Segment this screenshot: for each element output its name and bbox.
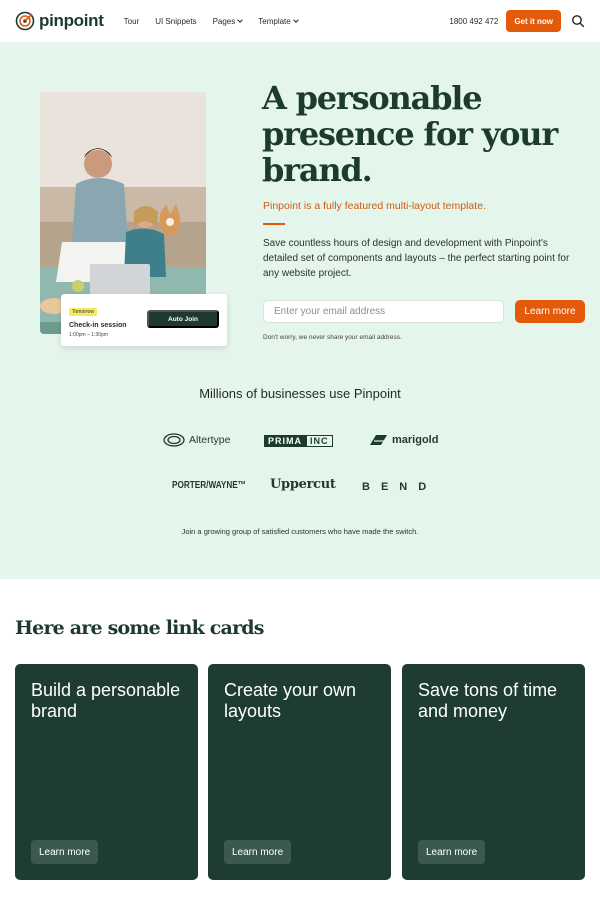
nav-label: Template [258, 16, 291, 26]
marigold-logo: marigold [368, 433, 438, 447]
card-title: Save tons of time and money [418, 680, 558, 721]
link-card-build-brand[interactable]: Build a personable brand Learn more [15, 664, 198, 880]
phone-number[interactable]: 1800 492 472 [449, 17, 498, 26]
card-title: Create your own layouts [224, 680, 357, 721]
accent-divider [263, 223, 285, 225]
altertype-logo: Altertype [163, 433, 230, 447]
email-input[interactable] [263, 300, 504, 323]
nav-label: Tour [123, 16, 140, 26]
card-learn-more-button[interactable]: Learn more [418, 840, 486, 864]
get-it-now-button[interactable]: Get it now [506, 10, 561, 32]
search-icon[interactable] [571, 14, 585, 28]
link-cards-heading: Here are some link cards [15, 617, 264, 639]
auto-join-button[interactable]: Auto Join [147, 310, 219, 328]
porter-wayne-logo-text: PORTER/WAYNE™ [172, 480, 246, 491]
altertype-logo-text: Altertype [189, 434, 231, 446]
site-header: pinpoint Tour UI Snippets Pages Template… [0, 0, 600, 42]
customers-join-text: Join a growing group of satisfied custom… [181, 527, 419, 536]
altertype-mark-icon [163, 433, 185, 447]
hero-section: Tomorrow Check-in session 1:00pm – 1:30p… [0, 42, 600, 579]
check-in-session-card: Tomorrow Check-in session 1:00pm – 1:30p… [61, 294, 227, 346]
uppercut-logo-text: Uppercut [270, 477, 336, 492]
bend-logo-text: BEND [362, 481, 438, 493]
prima-inc-logo: PRIMA INC [264, 435, 333, 447]
bend-logo: BEND [362, 481, 437, 493]
uppercut-logo: Uppercut [270, 477, 336, 492]
header-actions: 1800 492 472 Get it now [449, 10, 585, 32]
nav-item-ui-snippets[interactable]: UI Snippets [155, 17, 196, 26]
learn-more-button[interactable]: Learn more [515, 300, 585, 323]
nav-label: UI Snippets [155, 16, 197, 26]
hero-description: Save countless hours of design and devel… [263, 238, 570, 279]
tomorrow-badge: Tomorrow [69, 308, 97, 316]
businesses-heading: Millions of businesses use Pinpoint [199, 386, 401, 401]
nav-item-pages[interactable]: Pages [212, 16, 244, 26]
link-card-save-time[interactable]: Save tons of time and money Learn more [402, 664, 585, 880]
session-time: 1:00pm – 1:30pm [69, 332, 108, 338]
card-title: Build a personable brand [31, 680, 181, 721]
prima-text: PRIMA [264, 435, 306, 447]
hero-headline: A personable presence for your brand. [262, 79, 558, 189]
marigold-logo-text: marigold [392, 434, 439, 446]
card-learn-more-button[interactable]: Learn more [224, 840, 292, 864]
nav-label: Pages [212, 16, 236, 26]
card-learn-more-button[interactable]: Learn more [31, 840, 99, 864]
logo[interactable]: pinpoint [15, 11, 104, 31]
main-nav: Tour UI Snippets Pages Template [124, 17, 314, 26]
chevron-down-icon [237, 17, 244, 23]
nav-item-tour[interactable]: Tour [124, 17, 140, 26]
marigold-mark-icon [370, 435, 387, 445]
link-card-create-layouts[interactable]: Create your own layouts Learn more [208, 664, 391, 880]
nav-item-template[interactable]: Template [258, 16, 299, 26]
logo-text: pinpoint [39, 11, 104, 30]
chevron-down-icon [292, 17, 299, 23]
inc-text: INC [306, 435, 333, 447]
porter-wayne-logo: PORTER/WAYNE™ [172, 480, 262, 491]
target-logo-icon [15, 11, 35, 31]
hero-tagline: Pinpoint is a fully featured multi-layou… [263, 200, 486, 212]
email-disclaimer: Don't worry, we never share your email a… [263, 334, 402, 341]
